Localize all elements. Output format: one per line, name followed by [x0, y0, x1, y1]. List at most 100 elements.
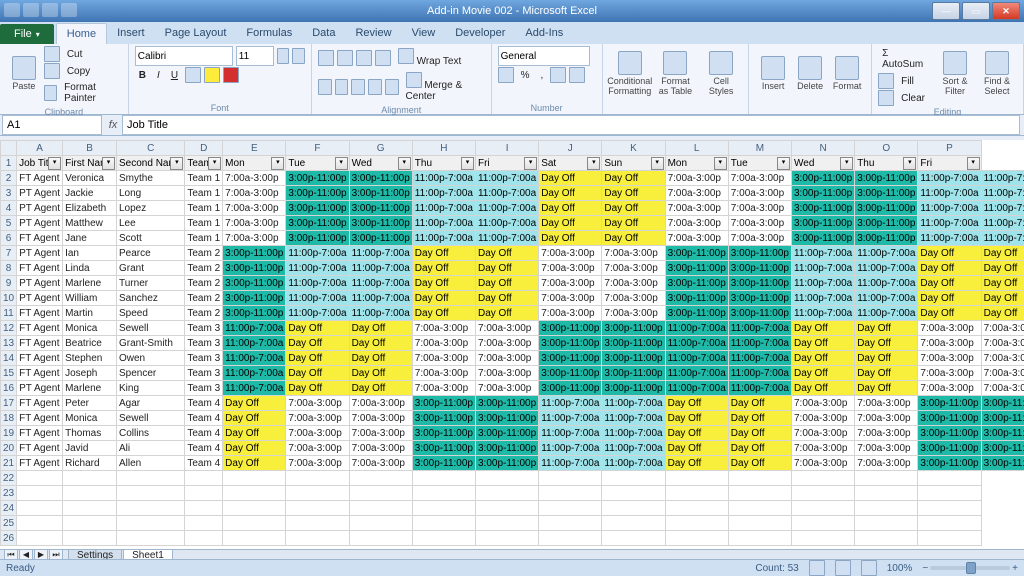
cell[interactable]: Lee: [117, 216, 185, 231]
cell[interactable]: [17, 501, 63, 516]
cell[interactable]: 7:00a-3:00p: [602, 261, 665, 276]
cell[interactable]: 11:00p-7:00a: [981, 171, 1024, 186]
cell[interactable]: 11:00p-7:00a: [981, 186, 1024, 201]
name-box[interactable]: [2, 115, 102, 135]
cell[interactable]: Day Off: [602, 231, 665, 246]
cell[interactable]: 11:00p-7:00a: [223, 321, 286, 336]
cell[interactable]: Day Off: [223, 411, 286, 426]
cell[interactable]: 3:00p-11:00p: [286, 216, 349, 231]
cell[interactable]: Collins: [117, 426, 185, 441]
cell[interactable]: King: [117, 381, 185, 396]
cell[interactable]: Day Off: [918, 291, 981, 306]
cell[interactable]: Day Off: [792, 366, 855, 381]
filter-header[interactable]: Wed▾: [349, 156, 412, 171]
cell[interactable]: Day Off: [539, 171, 602, 186]
cell[interactable]: 3:00p-11:00p: [602, 381, 665, 396]
column-header-C[interactable]: C: [117, 141, 185, 156]
cell[interactable]: Day Off: [855, 336, 918, 351]
zoom-in-button[interactable]: +: [1012, 563, 1018, 574]
cell[interactable]: [117, 486, 185, 501]
cell[interactable]: [918, 531, 981, 546]
filter-dropdown-icon[interactable]: ▾: [398, 157, 411, 170]
cell[interactable]: William: [63, 291, 117, 306]
cell[interactable]: FT Agent: [17, 411, 63, 426]
cell[interactable]: 7:00a-3:00p: [539, 291, 602, 306]
cell[interactable]: [539, 501, 602, 516]
cell[interactable]: 3:00p-11:00p: [855, 186, 918, 201]
column-header-P[interactable]: P: [918, 141, 981, 156]
view-normal-icon[interactable]: [809, 560, 825, 576]
cell[interactable]: 3:00p-11:00p: [665, 291, 728, 306]
cell[interactable]: 3:00p-11:00p: [728, 306, 791, 321]
cell[interactable]: [349, 501, 412, 516]
cell[interactable]: 7:00a-3:00p: [286, 456, 349, 471]
cell[interactable]: Day Off: [475, 306, 538, 321]
cell[interactable]: 11:00p-7:00a: [728, 336, 791, 351]
cell[interactable]: 7:00a-3:00p: [475, 351, 538, 366]
cell[interactable]: [602, 531, 665, 546]
column-header-D[interactable]: D: [185, 141, 223, 156]
cell[interactable]: 11:00p-7:00a: [792, 246, 855, 261]
cell[interactable]: 3:00p-11:00p: [918, 411, 981, 426]
cell[interactable]: 7:00a-3:00p: [665, 231, 728, 246]
cell[interactable]: Day Off: [286, 381, 349, 396]
cell[interactable]: 3:00p-11:00p: [412, 426, 475, 441]
italic-button[interactable]: I: [153, 68, 164, 83]
cell[interactable]: Speed: [117, 306, 185, 321]
cut-icon[interactable]: [44, 46, 60, 62]
cell[interactable]: 3:00p-11:00p: [223, 261, 286, 276]
format-cells-button[interactable]: Format: [829, 46, 865, 102]
cell[interactable]: Team 2: [185, 306, 223, 321]
format-painter-button[interactable]: Format Painter: [60, 80, 122, 106]
row-header[interactable]: 17: [1, 396, 17, 411]
cell[interactable]: 11:00p-7:00a: [855, 291, 918, 306]
cell[interactable]: [17, 531, 63, 546]
cell[interactable]: Smythe: [117, 171, 185, 186]
cell[interactable]: [855, 471, 918, 486]
cell[interactable]: FT Agent: [17, 351, 63, 366]
cell[interactable]: Grant-Smith: [117, 336, 185, 351]
row-header[interactable]: 22: [1, 471, 17, 486]
cell[interactable]: 7:00a-3:00p: [792, 411, 855, 426]
ribbon-tab-developer[interactable]: Developer: [445, 23, 515, 44]
insert-cells-button[interactable]: Insert: [755, 46, 791, 102]
cell[interactable]: Thomas: [63, 426, 117, 441]
cell[interactable]: 3:00p-11:00p: [665, 261, 728, 276]
cell[interactable]: PT Agent: [17, 186, 63, 201]
wrap-text-button[interactable]: Wrap Text: [394, 46, 465, 69]
cell[interactable]: Day Off: [286, 321, 349, 336]
cell[interactable]: [665, 516, 728, 531]
row-header[interactable]: 7: [1, 246, 17, 261]
cell[interactable]: 7:00a-3:00p: [602, 246, 665, 261]
format-as-table-button[interactable]: Format as Table: [654, 46, 696, 102]
row-header[interactable]: 8: [1, 261, 17, 276]
cell[interactable]: 3:00p-11:00p: [602, 351, 665, 366]
align-bot-icon[interactable]: [356, 50, 372, 66]
cell[interactable]: [728, 516, 791, 531]
cell[interactable]: [539, 486, 602, 501]
maximize-button[interactable]: ▭: [962, 2, 990, 20]
cell[interactable]: Day Off: [981, 246, 1024, 261]
cell[interactable]: [223, 516, 286, 531]
cell[interactable]: 11:00p-7:00a: [918, 171, 981, 186]
cell[interactable]: Day Off: [539, 216, 602, 231]
filter-dropdown-icon[interactable]: ▾: [102, 157, 115, 170]
cell[interactable]: Day Off: [223, 456, 286, 471]
cell[interactable]: Ian: [63, 246, 117, 261]
filter-dropdown-icon[interactable]: ▾: [587, 157, 600, 170]
font-color-icon[interactable]: [223, 67, 239, 83]
cell[interactable]: 3:00p-11:00p: [792, 231, 855, 246]
cell[interactable]: 7:00a-3:00p: [792, 426, 855, 441]
cell[interactable]: 7:00a-3:00p: [412, 321, 475, 336]
cell[interactable]: 11:00p-7:00a: [286, 261, 349, 276]
cell[interactable]: [286, 531, 349, 546]
column-header-K[interactable]: K: [602, 141, 665, 156]
cell[interactable]: Day Off: [728, 396, 791, 411]
cell[interactable]: [855, 516, 918, 531]
cell[interactable]: Day Off: [855, 381, 918, 396]
cell[interactable]: 11:00p-7:00a: [792, 306, 855, 321]
cell[interactable]: 7:00a-3:00p: [539, 261, 602, 276]
cell[interactable]: 11:00p-7:00a: [981, 231, 1024, 246]
cell[interactable]: 11:00p-7:00a: [855, 261, 918, 276]
cell[interactable]: Day Off: [792, 336, 855, 351]
